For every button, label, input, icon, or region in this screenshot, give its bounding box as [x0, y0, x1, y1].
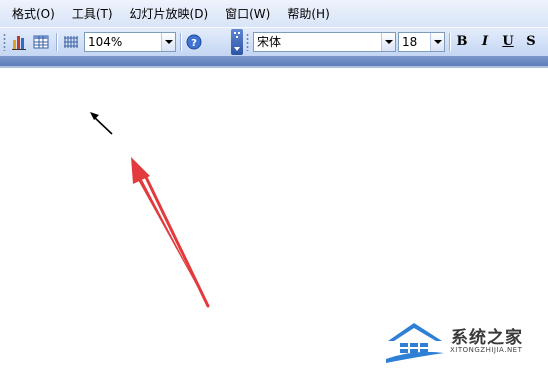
watermark-title: 系统之家 — [451, 328, 523, 348]
watermark-url: XITONGZHIJIA.NET — [450, 346, 523, 354]
canvas-overlay — [90, 112, 210, 308]
red-arrow-icon — [131, 157, 210, 308]
app-window: 格式(O) 工具(T) 幻灯片放映(D) 窗口(W) 帮助(H) 104% ? … — [0, 0, 548, 369]
cursor-arrow-icon — [90, 112, 113, 135]
watermark-logo-icon — [386, 323, 444, 363]
